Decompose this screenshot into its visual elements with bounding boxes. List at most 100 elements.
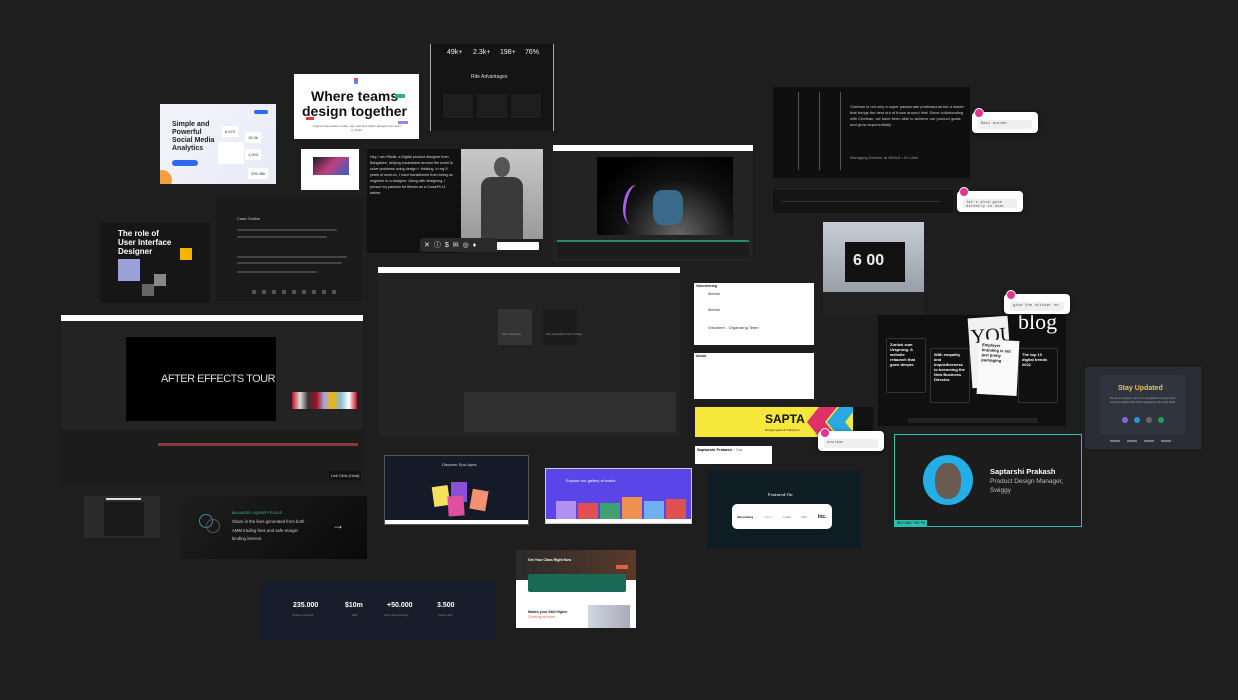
frame-clock-photo[interactable]: 6 00	[823, 222, 924, 315]
chart-card	[218, 142, 244, 164]
frame-small-ui-thumb[interactable]	[84, 496, 160, 538]
press-logo[interactable]: Inc42	[783, 515, 790, 519]
frame-case-outline[interactable]: Case Outline	[216, 196, 362, 301]
discord-icon[interactable]	[1122, 417, 1128, 423]
advantage-card	[511, 94, 541, 118]
new-composition-footage-button[interactable]: New Composition From Footage	[543, 309, 582, 345]
new-composition-button[interactable]: New Composition	[498, 309, 532, 345]
blog-card[interactable]: With empathy and inquisitiveness to beco…	[930, 348, 970, 403]
timeline-panel[interactable]	[61, 430, 363, 485]
press-logo[interactable]: Mint	[801, 515, 807, 519]
cta-button[interactable]	[616, 565, 628, 569]
whatsapp-icon[interactable]: ◎	[463, 241, 469, 249]
decorative-circle	[160, 170, 172, 184]
frame-testimonial[interactable]: Chethan is not only a super passionate p…	[773, 87, 970, 178]
mail-icon[interactable]: ✉	[453, 241, 459, 249]
color-swatches[interactable]	[292, 392, 357, 409]
ape-tile[interactable]	[644, 501, 664, 521]
frame-after-effects-tour[interactable]: AFTER EFFECTS TOUR Left Click (Hold)	[61, 315, 363, 485]
ape-tile[interactable]	[666, 499, 686, 521]
cta-button[interactable]	[172, 160, 198, 166]
frame-figma-hero[interactable]: Where teams design together Figma helps …	[294, 74, 419, 139]
twitter-icon[interactable]	[1134, 417, 1140, 423]
newsletter-title: Stay Updated	[1118, 385, 1163, 392]
press-logo[interactable]: Inc.	[818, 514, 827, 520]
frame-blog[interactable]: blog Zurück zum Ursprung. A website rela…	[878, 315, 1066, 426]
nav-button[interactable]	[254, 110, 268, 114]
frame-ae-empty[interactable]: New Composition New Composition From Foo…	[378, 267, 680, 437]
speaker-company: Swiggy	[990, 487, 1011, 494]
blog-card[interactable]: Zurück zum Ursprung. A website relaunch …	[886, 338, 926, 393]
blog-card[interactable]: The top 10 digital trends 2022	[1018, 348, 1058, 403]
students-photo	[588, 605, 630, 628]
yellow-card	[180, 248, 192, 260]
press-logo[interactable]: Bloomberg	[737, 515, 753, 519]
section-title: Explore our gallery of works	[566, 478, 616, 483]
comment-pin[interactable]	[820, 428, 830, 438]
frame-stay-updated[interactable]: Stay Updated We are everywhere. Join us …	[1085, 367, 1201, 449]
frame-ae-dancer[interactable]	[553, 145, 753, 261]
frame-ui-designer[interactable]: The role of User Interface Designer	[100, 223, 210, 303]
figma-logo-icon	[354, 78, 358, 84]
frame-featured-on[interactable]: Featured On Bloomberg Yahoo Inc42 Mint I…	[707, 471, 861, 548]
testimonial-quote: Chethan is not only a super passionate p…	[850, 104, 965, 127]
frame-linkedin-about[interactable]: About	[694, 353, 814, 399]
share-toolbar[interactable]: ✕ ⓘ $ ✉ ◎ ♦	[420, 238, 498, 252]
frame-course-site[interactable]: Get Your Class Right Now Makes your Skil…	[516, 550, 636, 628]
comment-text: Best border	[978, 120, 1032, 129]
stat-value: 49k+	[447, 49, 463, 56]
avatar-photo	[154, 274, 166, 286]
advantage-card	[443, 94, 473, 118]
frame-social-analytics[interactable]: Simple and Powerful Social Media Analyti…	[160, 104, 276, 184]
info-icon[interactable]: ⓘ	[434, 240, 441, 250]
timeline-layer[interactable]	[158, 443, 358, 446]
press-logo[interactable]: Yahoo	[764, 515, 772, 519]
pool-label: BALANCER LIQUIDITY POOLS	[232, 511, 282, 515]
stat-value: +50.000	[387, 602, 413, 609]
nft-card[interactable]	[469, 488, 489, 512]
frame-website-thumbnail[interactable]	[301, 149, 359, 190]
nft-card[interactable]	[447, 495, 465, 517]
frame-liquidity[interactable]: BALANCER LIQUIDITY POOLS Share in the fe…	[180, 496, 367, 559]
timeline-panel[interactable]	[464, 392, 676, 432]
divider-line	[840, 92, 841, 170]
speaker-role: Product Design Manager,	[990, 478, 1064, 485]
volunteer-item: Mentor	[708, 307, 721, 312]
section-headline: Makes your Skill Higher	[528, 610, 568, 614]
frame-linkedin-volunteering[interactable]: Volunteering Mentor Mentor Volunteer - O…	[694, 283, 814, 345]
button-label: New Composition	[502, 333, 522, 336]
timeline[interactable]	[557, 240, 749, 258]
instagram-icon[interactable]	[1146, 417, 1152, 423]
design-canvas[interactable]: Simple and Powerful Social Media Analyti…	[0, 0, 1238, 700]
section-heading: Rite Advantages	[471, 74, 508, 80]
text-line	[237, 262, 342, 264]
arrow-right-icon[interactable]: →	[332, 518, 344, 532]
blog-card-title: Zurück zum Ursprung. A website relaunch …	[890, 342, 916, 367]
paper-poster[interactable]: Employer branding is not just pretty pac…	[976, 338, 1020, 397]
frame-tabs-strip[interactable]	[773, 190, 953, 213]
frame-speaker-card[interactable]: Saptarshi Prakash Product Design Manager…	[894, 434, 1082, 527]
cookie-banner[interactable]	[908, 418, 1038, 423]
comment-pin[interactable]	[1006, 290, 1016, 300]
brand-tagline: Design Ignite & Transform	[765, 428, 800, 432]
toolbar[interactable]	[252, 290, 342, 294]
twitter-icon[interactable]: ♦	[473, 242, 477, 249]
poster-title: Employer branding is not just pretty pac…	[981, 342, 1011, 364]
section-title: Discover Epic Apes	[442, 462, 477, 467]
comment-pin[interactable]	[959, 187, 969, 197]
close-icon[interactable]: ✕	[424, 241, 430, 249]
frame-stats-bar[interactable]: 235.000 Projects completed $10m ARR +50.…	[260, 581, 496, 640]
frame-linkedin-profile[interactable]: Saptarshi Prakash · 2nd	[695, 446, 772, 464]
stat-card: 1,903	[245, 149, 262, 160]
ape-tile[interactable]	[622, 497, 642, 521]
ape-tile[interactable]	[556, 501, 576, 521]
comment-pin[interactable]	[974, 108, 984, 118]
money-bag-icon[interactable]: $	[445, 242, 449, 249]
frame-gallery[interactable]: Explore our gallery of works	[545, 468, 692, 524]
frame-rite-stats[interactable]: 49k+ 2.3k+ 198+ 76% Rite Advantages	[430, 44, 554, 131]
video-icon[interactable]	[1158, 417, 1164, 423]
chat-input[interactable]	[497, 242, 539, 250]
frame-epic-apes[interactable]: Discover Epic Apes	[384, 455, 529, 525]
footer-links[interactable]	[1110, 440, 1176, 442]
ring-icon	[206, 519, 220, 533]
